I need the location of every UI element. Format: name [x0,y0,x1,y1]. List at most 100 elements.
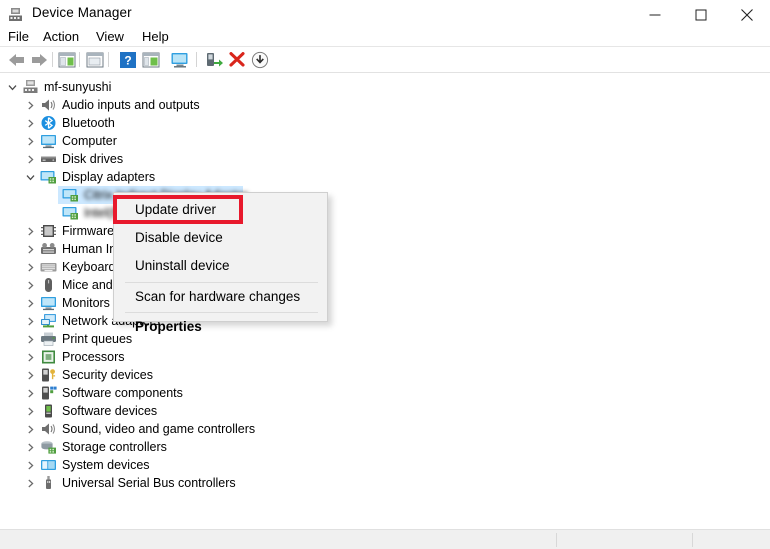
chevron-right-icon[interactable] [24,348,36,366]
system-device-icon [40,457,57,473]
device-manager-window: Device Manager File Action View Help ? m… [0,0,770,549]
enable-device-icon[interactable] [203,49,225,70]
printer-icon [40,331,57,347]
chevron-right-icon[interactable] [24,366,36,384]
monitor-icon [40,133,57,149]
uninstall-device-icon[interactable] [226,49,248,70]
chevron-right-icon[interactable] [24,402,36,420]
device-manager-icon [8,7,25,23]
status-divider-2 [692,533,693,547]
help-icon[interactable]: ? [117,49,139,70]
tree-item-label: Display adapters [62,170,156,184]
show-hide-console-tree-icon[interactable] [56,49,78,70]
svg-text:?: ? [124,53,131,67]
menu-help[interactable]: Help [138,28,173,45]
chevron-right-icon[interactable] [24,474,36,492]
status-bar [0,529,770,549]
chevron-right-icon[interactable] [24,276,36,294]
tree-item-audio-inputs-and-outputs[interactable]: Audio inputs and outputs [0,96,770,114]
toolbar-separator-3 [108,52,109,67]
security-device-icon [40,367,57,383]
display-adapter-icon [62,187,79,203]
minimize-button[interactable] [632,0,678,30]
hid-icon [40,241,57,257]
tree-root-mf-sunyushi[interactable]: mf-sunyushi [0,78,770,96]
tree-item-label: Audio inputs and outputs [62,98,200,112]
keyboard-icon [40,259,57,275]
disk-drive-icon [40,151,57,167]
status-divider-1 [556,533,557,547]
context-menu-item-uninstall-device[interactable]: Uninstall device [115,252,328,280]
display-adapter-icon [40,169,57,185]
title-bar: Device Manager [0,0,770,30]
tree-item-software-components[interactable]: Software components [0,384,770,402]
tree-item-processors[interactable]: Processors [0,348,770,366]
tree-item-system-devices[interactable]: System devices [0,456,770,474]
display-adapter-icon [62,205,79,221]
software-device-icon [40,403,57,419]
update-driver-software-icon[interactable] [140,49,162,70]
tree-item-label: Computer [62,134,117,148]
chevron-right-icon[interactable] [24,312,36,330]
storage-controller-icon [40,439,57,455]
context-menu-item-disable-device[interactable]: Disable device [115,224,328,252]
maximize-button[interactable] [678,0,724,30]
speaker-icon [40,421,57,437]
tree-item-label: Universal Serial Bus controllers [62,476,236,490]
close-button[interactable] [724,0,770,30]
context-menu-item-scan-for-hardware-changes[interactable]: Scan for hardware changes [115,283,328,311]
chevron-right-icon[interactable] [24,132,36,150]
chevron-right-icon[interactable] [24,330,36,348]
chevron-right-icon[interactable] [24,258,36,276]
tree-item-storage-controllers[interactable]: Storage controllers [0,438,770,456]
firmware-icon [40,223,57,239]
tree-item-universal-serial-bus-controllers[interactable]: Universal Serial Bus controllers [0,474,770,492]
scan-for-hardware-changes-icon[interactable] [169,49,191,70]
tree-item-security-devices[interactable]: Security devices [0,366,770,384]
forward-arrow-icon[interactable] [28,49,50,70]
download-icon[interactable] [249,49,271,70]
bluetooth-icon [40,115,57,131]
menu-bar: File Action View Help [0,27,770,47]
update-driver-highlight-annotation [113,195,243,224]
chevron-right-icon[interactable] [24,114,36,132]
chevron-right-icon[interactable] [24,438,36,456]
speaker-icon [40,97,57,113]
toolbar-separator-2 [79,52,80,67]
computer-root-icon [22,79,39,95]
chevron-right-icon[interactable] [24,240,36,258]
tree-item-software-devices[interactable]: Software devices [0,402,770,420]
toolbar-divider [0,72,770,73]
toolbar-separator-4 [196,52,197,67]
tree-item-label: Software components [62,386,183,400]
menu-view[interactable]: View [92,28,128,45]
chevron-right-icon[interactable] [24,96,36,114]
back-arrow-icon[interactable] [6,49,28,70]
chevron-right-icon[interactable] [24,384,36,402]
tree-item-display-adapters[interactable]: Display adapters [0,168,770,186]
tree-item-bluetooth[interactable]: Bluetooth [0,114,770,132]
tree-item-label: Sound, video and game controllers [62,422,256,436]
chevron-down-icon[interactable] [24,168,36,186]
tree-item-label: Storage controllers [62,440,167,454]
tree-item-label: System devices [62,458,150,472]
menu-action[interactable]: Action [39,28,83,45]
window-title: Device Manager [32,5,132,20]
tree-item-label: Monitors [62,296,110,310]
tree-item-disk-drives[interactable]: Disk drives [0,150,770,168]
tree-item-sound-video-and-game-controllers[interactable]: Sound, video and game controllers [0,420,770,438]
chevron-right-icon[interactable] [24,420,36,438]
tree-item-label: Disk drives [62,152,124,166]
properties-icon[interactable] [84,49,106,70]
chevron-right-icon[interactable] [24,294,36,312]
tree-item-label: Firmware [62,224,115,238]
context-menu-item-properties[interactable]: Properties [115,313,328,341]
tree-item-computer[interactable]: Computer [0,132,770,150]
chevron-down-icon[interactable] [6,78,18,96]
chevron-right-icon[interactable] [24,456,36,474]
toolbar: ? [0,47,770,72]
tree-item-label: Processors [62,350,125,364]
menu-file[interactable]: File [4,28,33,45]
chevron-right-icon[interactable] [24,222,36,240]
chevron-right-icon[interactable] [24,150,36,168]
